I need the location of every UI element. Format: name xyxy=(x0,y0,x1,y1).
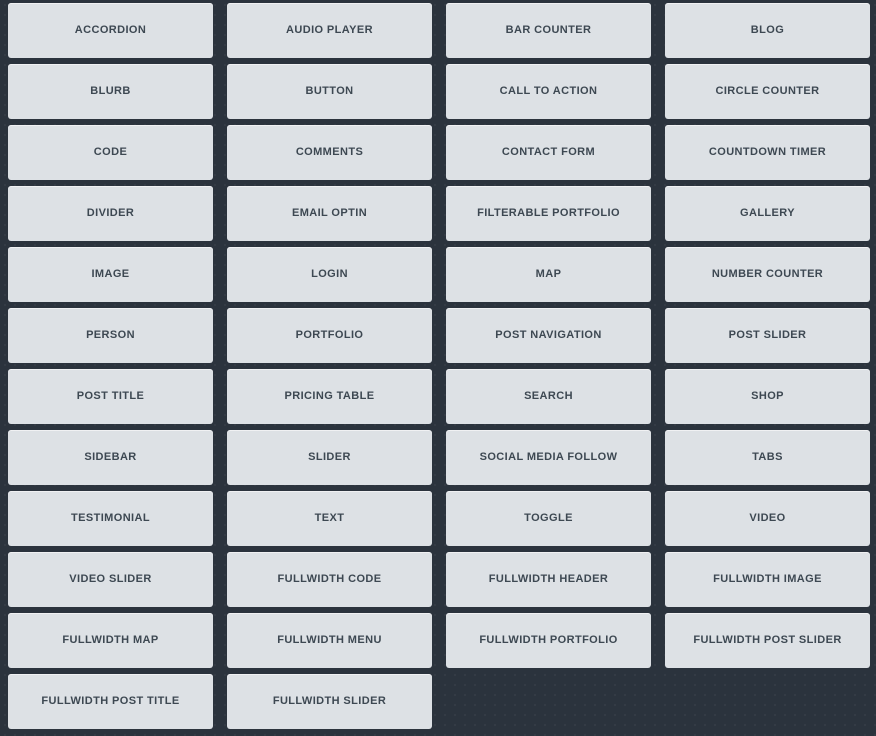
module-tile-label: TEXT xyxy=(314,511,345,524)
module-tile-label: FULLWIDTH IMAGE xyxy=(713,572,822,585)
module-tile[interactable]: EMAIL OPTIN xyxy=(227,186,432,241)
module-tile-label: FULLWIDTH MENU xyxy=(277,633,382,646)
module-tile[interactable]: FULLWIDTH PORTFOLIO xyxy=(446,613,651,668)
module-tile[interactable]: FULLWIDTH IMAGE xyxy=(665,552,870,607)
module-tile-label: SIDEBAR xyxy=(84,450,137,463)
module-tile-label: FULLWIDTH SLIDER xyxy=(272,694,387,707)
module-tile[interactable]: CONTACT FORM xyxy=(446,125,651,180)
module-tile[interactable]: PRICING TABLE xyxy=(227,369,432,424)
module-tile[interactable]: IMAGE xyxy=(8,247,213,302)
module-tile[interactable]: GALLERY xyxy=(665,186,870,241)
module-tile-label: COMMENTS xyxy=(295,145,364,158)
module-tile-label: IMAGE xyxy=(91,267,130,280)
module-tile[interactable]: POST SLIDER xyxy=(665,308,870,363)
module-tile[interactable]: BLOG xyxy=(665,3,870,58)
module-tile[interactable]: VIDEO SLIDER xyxy=(8,552,213,607)
module-tile-label: CIRCLE COUNTER xyxy=(715,84,820,97)
module-tile[interactable]: AUDIO PLAYER xyxy=(227,3,432,58)
module-tile-label: FULLWIDTH CODE xyxy=(277,572,382,585)
module-tile[interactable]: PERSON xyxy=(8,308,213,363)
module-tile[interactable]: DIVIDER xyxy=(8,186,213,241)
module-tile-label: POST NAVIGATION xyxy=(495,328,602,341)
module-tile-label: VIDEO SLIDER xyxy=(69,572,152,585)
module-tile[interactable]: BUTTON xyxy=(227,64,432,119)
module-tile-label: TESTIMONIAL xyxy=(71,511,150,524)
module-tile[interactable]: CIRCLE COUNTER xyxy=(665,64,870,119)
module-tile-label: NUMBER COUNTER xyxy=(711,267,824,280)
module-tile[interactable]: COUNTDOWN TIMER xyxy=(665,125,870,180)
module-tile-label: ACCORDION xyxy=(74,23,147,36)
module-tile[interactable]: SOCIAL MEDIA FOLLOW xyxy=(446,430,651,485)
module-tile-label: FULLWIDTH POST TITLE xyxy=(41,694,180,707)
module-tile-label: POST TITLE xyxy=(76,389,145,402)
module-tile[interactable]: FULLWIDTH POST TITLE xyxy=(8,674,213,729)
module-tile-label: FULLWIDTH PORTFOLIO xyxy=(479,633,618,646)
module-tile-label: CONTACT FORM xyxy=(501,145,596,158)
module-tile[interactable]: LOGIN xyxy=(227,247,432,302)
module-tile-label: FILTERABLE PORTFOLIO xyxy=(477,206,620,219)
module-tile[interactable]: BLURB xyxy=(8,64,213,119)
module-tile-label: SOCIAL MEDIA FOLLOW xyxy=(479,450,618,463)
module-tile-label: COUNTDOWN TIMER xyxy=(708,145,827,158)
module-tile-label: BUTTON xyxy=(305,84,354,97)
module-tile-label: FULLWIDTH MAP xyxy=(62,633,159,646)
module-tile-label: GALLERY xyxy=(740,206,795,219)
module-tile[interactable]: TABS xyxy=(665,430,870,485)
module-tile[interactable]: TOGGLE xyxy=(446,491,651,546)
module-tile[interactable]: FULLWIDTH SLIDER xyxy=(227,674,432,729)
module-tile[interactable]: NUMBER COUNTER xyxy=(665,247,870,302)
module-tile-label: TOGGLE xyxy=(524,511,573,524)
module-tile-label: DIVIDER xyxy=(86,206,135,219)
module-tile-label: EMAIL OPTIN xyxy=(291,206,368,219)
module-tile[interactable]: PORTFOLIO xyxy=(227,308,432,363)
module-tile-label: FULLWIDTH POST SLIDER xyxy=(693,633,842,646)
module-tile-label: BAR COUNTER xyxy=(505,23,592,36)
module-tile[interactable]: FULLWIDTH CODE xyxy=(227,552,432,607)
module-tile[interactable]: FULLWIDTH HEADER xyxy=(446,552,651,607)
module-tile-label: PORTFOLIO xyxy=(295,328,364,341)
module-tile[interactable]: SEARCH xyxy=(446,369,651,424)
module-tile[interactable]: TESTIMONIAL xyxy=(8,491,213,546)
module-tile[interactable]: FULLWIDTH MENU xyxy=(227,613,432,668)
module-tile-label: FULLWIDTH HEADER xyxy=(488,572,609,585)
module-tile-label: SEARCH xyxy=(524,389,573,402)
module-tile-label: SHOP xyxy=(751,389,784,402)
module-tile[interactable]: BAR COUNTER xyxy=(446,3,651,58)
module-tile[interactable]: TEXT xyxy=(227,491,432,546)
module-tile[interactable]: SLIDER xyxy=(227,430,432,485)
module-tile[interactable]: COMMENTS xyxy=(227,125,432,180)
module-tile[interactable]: MAP xyxy=(446,247,651,302)
module-tile-label: VIDEO xyxy=(749,511,786,524)
module-tile-label: TABS xyxy=(752,450,783,463)
module-tile[interactable]: POST NAVIGATION xyxy=(446,308,651,363)
module-tile-label: PRICING TABLE xyxy=(284,389,375,402)
module-tile-label: SLIDER xyxy=(308,450,351,463)
module-tile[interactable]: ACCORDION xyxy=(8,3,213,58)
module-grid: ACCORDION AUDIO PLAYER BAR COUNTER BLOG BLUR… xyxy=(0,0,876,729)
module-tile[interactable]: FILTERABLE PORTFOLIO xyxy=(446,186,651,241)
module-tile[interactable]: CALL TO ACTION xyxy=(446,64,651,119)
module-tile-label: PERSON xyxy=(86,328,135,341)
module-tile-label: AUDIO PLAYER xyxy=(286,23,373,36)
module-tile[interactable]: SIDEBAR xyxy=(8,430,213,485)
module-tile[interactable]: CODE xyxy=(8,125,213,180)
module-tile-label: POST SLIDER xyxy=(728,328,807,341)
module-tile[interactable]: POST TITLE xyxy=(8,369,213,424)
module-tile[interactable]: FULLWIDTH MAP xyxy=(8,613,213,668)
module-tile-label: BLURB xyxy=(90,84,131,97)
module-tile-label: CALL TO ACTION xyxy=(499,84,598,97)
module-tile[interactable]: SHOP xyxy=(665,369,870,424)
module-tile[interactable]: VIDEO xyxy=(665,491,870,546)
module-tile-label: CODE xyxy=(93,145,128,158)
module-tile-label: LOGIN xyxy=(311,267,348,280)
module-tile[interactable]: FULLWIDTH POST SLIDER xyxy=(665,613,870,668)
module-tile-label: BLOG xyxy=(750,23,785,36)
module-tile-label: MAP xyxy=(535,267,562,280)
